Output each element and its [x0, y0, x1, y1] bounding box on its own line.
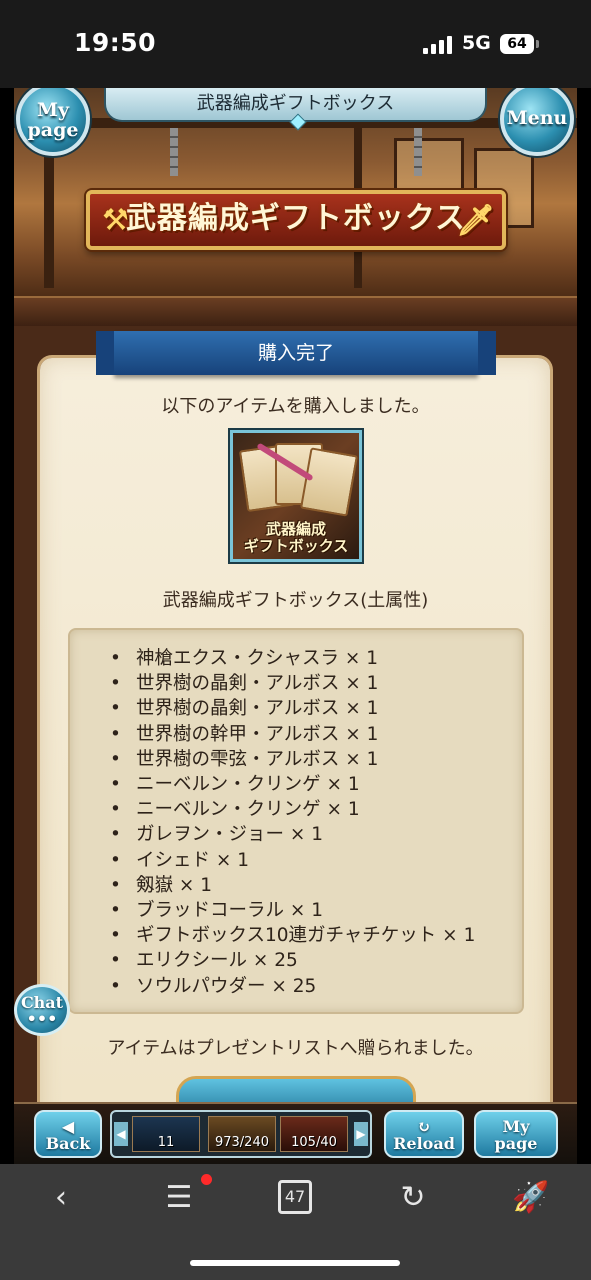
ribbon-header: 購入完了: [96, 331, 496, 375]
frame-ornament: [14, 296, 577, 326]
list-item: ニーベルン・クリンゲ × 1: [110, 772, 522, 797]
reload-label: Reload: [393, 1134, 455, 1153]
game-nav: ◀ Back ◀ 11 973/240 105/40 ▶ ↻ Reload My…: [14, 1102, 577, 1164]
list-item: ガレヲン・ジョー × 1: [110, 822, 522, 847]
item-image: 武器編成 ギフトボックス: [230, 430, 362, 562]
back-icon[interactable]: ‹: [36, 1178, 86, 1218]
status-strip: ◀ 11 973/240 105/40 ▶: [110, 1110, 372, 1158]
item-image-label: 武器編成 ギフトボックス: [243, 520, 349, 555]
page-header: 武器編成ギフトボックス: [104, 88, 487, 131]
bp-slot: 105/40: [280, 1116, 348, 1152]
status-bar: 19:50 5G 64: [0, 0, 591, 88]
list-item: ニーベルン・クリンゲ × 1: [110, 797, 522, 822]
chain-left: [170, 128, 178, 176]
list-item: ソウルパウダー × 25: [110, 974, 522, 999]
list-item: 世界樹の幹甲・アルボス × 1: [110, 722, 522, 747]
rocket-icon[interactable]: 🚀: [506, 1178, 556, 1218]
network-type: 5G: [462, 32, 491, 54]
signal-icon: [423, 36, 453, 54]
reload-button[interactable]: ↻ Reload: [384, 1110, 464, 1158]
bp-value: 105/40: [291, 1135, 337, 1150]
banner-title: 武器編成ギフトボックス: [125, 201, 467, 236]
list-item: 剱嶽 × 1: [110, 873, 522, 898]
tabs-button[interactable]: 47: [278, 1180, 312, 1214]
list-item: 世界樹の雫弦・アルボス × 1: [110, 747, 522, 772]
list-item: 世界樹の晶剣・アルボス × 1: [110, 696, 522, 721]
level-value: 11: [157, 1135, 175, 1150]
contents-list: 神槍エクス・クシャスラ × 1 世界樹の晶剣・アルボス × 1 世界樹の晶剣・ア…: [68, 628, 524, 1014]
back-button[interactable]: ◀ Back: [34, 1110, 102, 1158]
nav-mypage-button[interactable]: My page: [474, 1110, 558, 1158]
game-view: 武器編成ギフトボックス My page Menu ⚒ 武器編成ギフトボックス 🗡…: [14, 88, 577, 1164]
battery-icon: 64: [500, 34, 539, 54]
home-indicator: [190, 1260, 400, 1266]
sword-icon: 🗡: [456, 203, 496, 238]
list-item: ブラッドコーラル × 1: [110, 898, 522, 923]
list-item: ギフトボックス10連ガチャチケット × 1: [110, 923, 522, 948]
strip-left-arrow-icon[interactable]: ◀: [114, 1122, 128, 1146]
chat-dots-icon: •••: [26, 1009, 58, 1028]
axe-icon: ⚒: [102, 203, 130, 238]
back-label: Back: [45, 1134, 91, 1153]
page-title: 武器編成ギフトボックス: [196, 93, 395, 114]
item-name: 武器編成ギフトボックス(土属性): [162, 590, 429, 611]
strip-right-arrow-icon[interactable]: ▶: [354, 1122, 368, 1146]
browser-toolbar: ‹ ☰ 47 ↻ 🚀: [0, 1164, 591, 1280]
refresh-icon[interactable]: ↻: [388, 1178, 438, 1218]
purchase-message: 以下のアイテムを購入しました。: [161, 396, 430, 417]
footer-message: アイテムはプレゼントリストへ贈られました。: [107, 1038, 484, 1059]
list-item: 神槍エクス・クシャスラ × 1: [110, 646, 522, 671]
chat-button[interactable]: Chat •••: [14, 984, 70, 1036]
list-item: イシェド × 1: [110, 848, 522, 873]
title-banner: ⚒ 武器編成ギフトボックス 🗡: [86, 190, 506, 250]
level-slot: 11: [132, 1116, 200, 1152]
list-item: エリクシール × 25: [110, 948, 522, 973]
menu-icon[interactable]: ☰: [154, 1178, 204, 1218]
chain-right: [414, 128, 422, 176]
list-item: 世界樹の晶剣・アルボス × 1: [110, 671, 522, 696]
ap-slot: 973/240: [208, 1116, 276, 1152]
clock: 19:50: [74, 28, 157, 57]
ap-value: 973/240: [214, 1135, 269, 1150]
notification-dot: [201, 1174, 212, 1185]
